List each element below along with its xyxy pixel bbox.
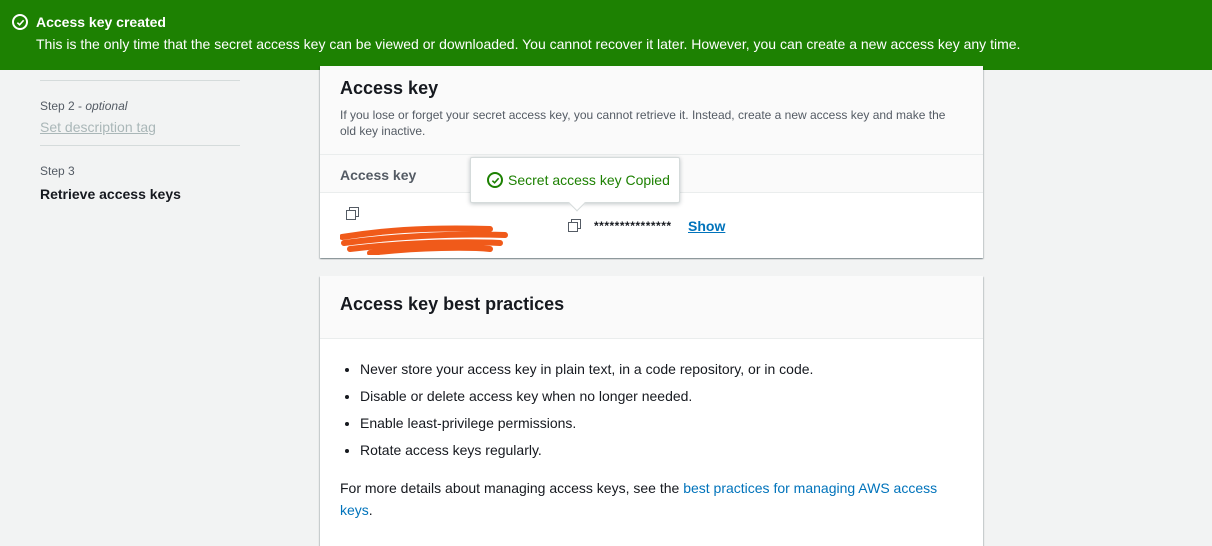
banner-title: Access key created: [36, 14, 166, 30]
divider: [40, 145, 240, 146]
copied-popover: Secret access key Copied: [470, 157, 680, 212]
wizard-steps: Step 2 - optional Set description tag St…: [40, 80, 240, 202]
redacted-access-key: [340, 225, 508, 255]
success-flash-banner: Access key created This is the only time…: [0, 0, 1212, 70]
list-item: Enable least-privilege permissions.: [360, 415, 983, 442]
access-key-description: If you lose or forget your secret access…: [340, 108, 946, 138]
best-practices-container: Access key best practices Never store yo…: [320, 276, 983, 546]
best-practices-list: Never store your access key in plain tex…: [360, 361, 983, 469]
list-item: Rotate access keys regularly.: [360, 442, 983, 469]
optional-label: optional: [85, 99, 128, 113]
secret-access-key-masked: ***************: [594, 219, 672, 233]
copy-icon[interactable]: [568, 219, 582, 233]
popover-text: Secret access key Copied: [508, 172, 670, 188]
step-3-current: Retrieve access keys: [40, 186, 181, 202]
more-details-text: For more details about managing access k…: [340, 480, 938, 518]
divider: [40, 80, 240, 81]
copy-icon[interactable]: [346, 207, 360, 221]
list-item: Never store your access key in plain tex…: [360, 361, 983, 388]
check-circle-icon: [487, 172, 503, 188]
access-key-heading: Access key: [340, 78, 439, 98]
show-secret-link[interactable]: Show: [688, 218, 725, 234]
step-2-link[interactable]: Set description tag: [40, 119, 240, 135]
step-3-label: Step 3: [40, 164, 75, 178]
step-2-label: Step 2 - optional: [40, 99, 128, 113]
list-item: Disable or delete access key when no lon…: [360, 388, 983, 415]
banner-message: This is the only time that the secret ac…: [36, 36, 1021, 52]
check-circle-icon: [12, 14, 28, 30]
best-practices-heading: Access key best practices: [340, 294, 565, 314]
